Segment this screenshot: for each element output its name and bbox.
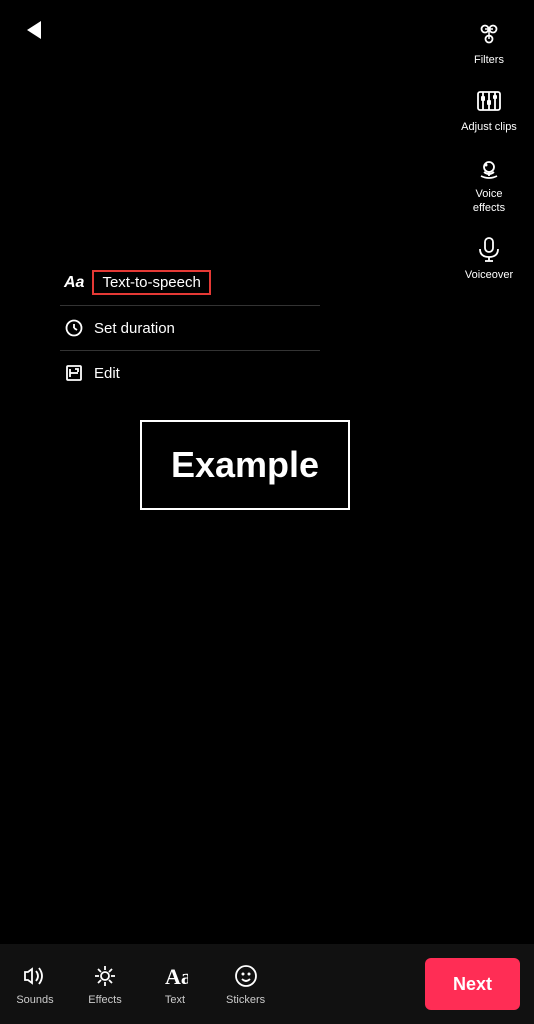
set-duration-menu-item[interactable]: Set duration (60, 306, 320, 351)
edit-icon (64, 363, 84, 383)
edit-label: Edit (94, 365, 120, 382)
filters-icon (471, 16, 507, 52)
effects-icon (91, 962, 119, 990)
right-toolbar: Filters Adjust clips (454, 10, 524, 288)
voice-effects-button[interactable]: Voice effects (454, 144, 524, 220)
text-icon: Aa (64, 274, 84, 292)
sounds-icon (21, 962, 49, 990)
bottom-tabs: Sounds Effects (0, 954, 425, 1014)
voiceover-icon (471, 231, 507, 267)
text-to-speech-menu-item[interactable]: Aa Text-to-speech (60, 260, 320, 306)
tab-stickers[interactable]: Stickers (210, 954, 281, 1014)
stickers-icon (232, 962, 260, 990)
voiceover-button[interactable]: Voiceover (454, 225, 524, 288)
tab-effects[interactable]: Effects (70, 954, 140, 1014)
text-to-speech-label: Text-to-speech (92, 270, 210, 295)
sounds-label: Sounds (16, 994, 53, 1006)
example-text-box[interactable]: Example (140, 420, 350, 510)
voiceover-label: Voiceover (465, 269, 513, 282)
bottom-bar: Sounds Effects (0, 944, 534, 1024)
adjust-clips-button[interactable]: Adjust clips (454, 77, 524, 140)
svg-text:Aa: Aa (165, 964, 188, 989)
text-label: Text (165, 994, 185, 1006)
clock-icon (64, 318, 84, 338)
voice-effects-icon (471, 150, 507, 186)
voice-effects-label: Voice effects (458, 188, 520, 214)
next-button[interactable]: Next (425, 958, 520, 1010)
stickers-label: Stickers (226, 994, 265, 1006)
tab-sounds[interactable]: Sounds (0, 954, 70, 1014)
filters-button[interactable]: Filters (454, 10, 524, 73)
edit-menu-item[interactable]: Edit (60, 351, 320, 395)
set-duration-label: Set duration (94, 320, 175, 337)
adjust-clips-icon (471, 83, 507, 119)
example-text: Example (171, 444, 319, 486)
text-tab-icon: Aa (161, 962, 189, 990)
back-button[interactable] (16, 12, 52, 48)
tab-text[interactable]: Aa Text (140, 954, 210, 1014)
back-icon (27, 21, 41, 39)
context-menu: Aa Text-to-speech Set duration Edit (60, 260, 320, 395)
filters-label: Filters (474, 54, 504, 67)
adjust-clips-label: Adjust clips (461, 121, 517, 134)
effects-label: Effects (88, 994, 121, 1006)
